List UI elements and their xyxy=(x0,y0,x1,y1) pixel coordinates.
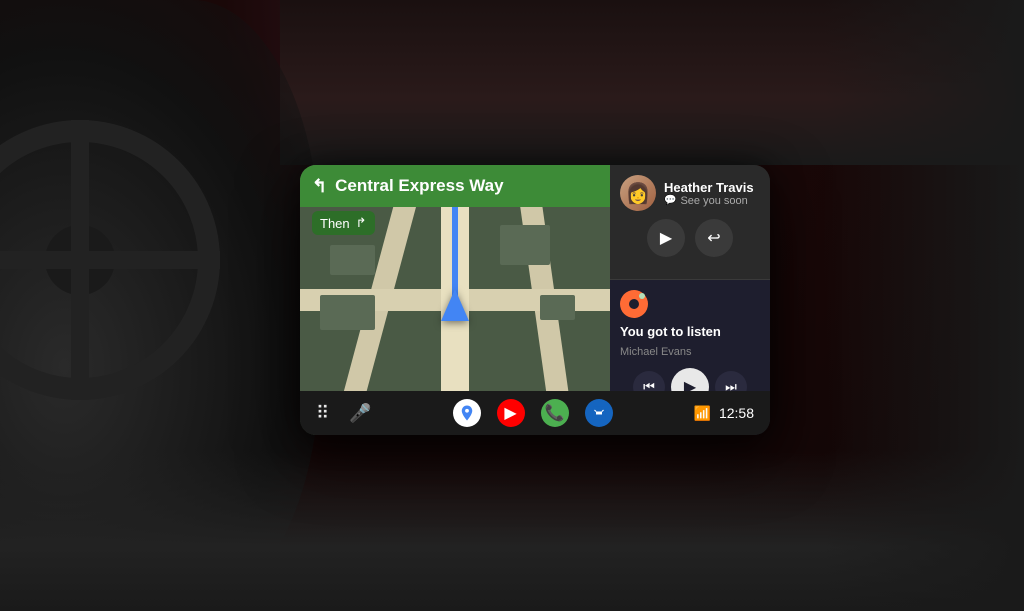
navigation-arrow xyxy=(441,289,469,321)
message-actions: ▶ ↩ xyxy=(620,219,760,257)
then-arrow-icon: ↱ xyxy=(356,215,367,231)
microphone-button[interactable]: 🎤 xyxy=(349,403,371,424)
music-artist-name: Michael Evans xyxy=(620,346,760,358)
avatar: 👩 xyxy=(620,175,656,211)
car-background: ↰ Central Express Way Then ↱ ✕ 23 min ● … xyxy=(0,0,1024,611)
street-name: Central Express Way xyxy=(335,176,598,196)
map-building xyxy=(330,245,375,275)
map-building xyxy=(320,295,375,330)
navigation-bar: ↰ Central Express Way xyxy=(300,165,610,207)
maps-app-button[interactable] xyxy=(453,399,481,427)
contact-info: Heather Travis 💬 See you soon xyxy=(664,180,760,207)
youtube-app-button[interactable]: ▶ xyxy=(497,399,525,427)
then-badge: Then ↱ xyxy=(312,211,375,235)
taskbar-apps: ▶ 📞 xyxy=(453,399,613,427)
play-message-button[interactable]: ▶ xyxy=(647,219,685,257)
system-time: 12:58 xyxy=(719,405,754,421)
map-building xyxy=(540,295,575,320)
message-preview: 💬 See you soon xyxy=(664,195,760,207)
signal-icon: 📶 xyxy=(694,405,711,422)
message-header: 👩 Heather Travis 💬 See you soon xyxy=(620,175,760,211)
phone-app-button[interactable]: 📞 xyxy=(541,399,569,427)
android-app-button[interactable] xyxy=(585,399,613,427)
reply-message-button[interactable]: ↩ xyxy=(695,219,733,257)
avatar-image: 👩 xyxy=(626,181,651,206)
android-auto-screen: ↰ Central Express Way Then ↱ ✕ 23 min ● … xyxy=(300,165,770,435)
apps-grid-button[interactable]: ⠿ xyxy=(316,403,329,424)
message-icon: 💬 xyxy=(664,195,676,206)
music-track-title: You got to listen xyxy=(620,324,760,340)
music-corner-dot xyxy=(639,293,645,299)
music-header xyxy=(620,290,760,318)
contact-name: Heather Travis xyxy=(664,180,760,195)
map-building xyxy=(500,225,550,265)
turn-arrow-icon: ↰ xyxy=(312,176,327,197)
taskbar-left: ⠿ 🎤 xyxy=(316,403,372,424)
dashboard-right xyxy=(824,0,1024,611)
taskbar: ⠿ 🎤 ▶ 📞 xyxy=(300,391,770,435)
steering-wheel xyxy=(0,120,220,400)
music-app-icon xyxy=(620,290,648,318)
taskbar-right: 📶 12:58 xyxy=(694,405,754,422)
message-card: 👩 Heather Travis 💬 See you soon ▶ xyxy=(610,165,770,280)
then-label: Then xyxy=(320,216,350,231)
